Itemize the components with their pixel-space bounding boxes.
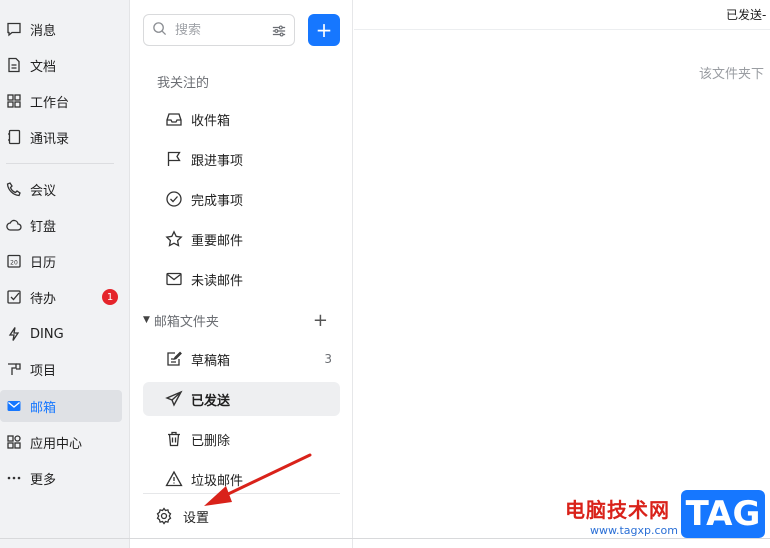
filter-icon[interactable] (272, 23, 286, 42)
watermark-tag-logo: TAG (681, 490, 765, 538)
folder-sent[interactable]: 已发送 (143, 382, 340, 416)
checkbox-icon (6, 289, 22, 305)
mail-app: 消息 文档 工作台 通讯录 会议 钉盘 20 日历 待办 1 DING 项目 邮… (0, 0, 770, 548)
doc-icon (6, 57, 22, 73)
nav-item-app-center[interactable]: 应用中心 (0, 426, 122, 458)
project-icon (6, 361, 22, 377)
mailbox-inbox[interactable]: 收件箱 (143, 102, 340, 136)
nav-item-docs[interactable]: 文档 (0, 49, 122, 81)
nav-item-label: 工作台 (30, 95, 70, 111)
folder-title: 已发送- (726, 8, 767, 22)
phone-icon (6, 181, 22, 197)
warning-icon (165, 470, 183, 488)
search-input[interactable] (175, 22, 267, 38)
nav-item-label: 邮箱 (30, 400, 57, 416)
nav-item-mail[interactable]: 邮箱 (0, 390, 122, 422)
cloud-icon (6, 217, 22, 233)
watermark-site-name: 电脑技术网 (565, 498, 670, 522)
mailbox-done[interactable]: 完成事项 (143, 182, 340, 216)
bolt-icon (6, 326, 22, 342)
nav-item-label: 文档 (30, 59, 57, 75)
nav-item-meeting[interactable]: 会议 (0, 173, 122, 205)
search-box[interactable] (143, 14, 295, 46)
add-folder-button[interactable]: + (313, 310, 328, 331)
nav-item-todo[interactable]: 待办 1 (0, 281, 122, 313)
folders-header[interactable]: ▼ 邮箱文件夹 + (143, 308, 340, 332)
nav-item-label: 消息 (30, 23, 57, 39)
mailbox-important[interactable]: 重要邮件 (143, 222, 340, 256)
nav-item-ding[interactable]: DING (0, 318, 122, 350)
folder-label: 已删除 (191, 433, 231, 449)
folder-drafts[interactable]: 草稿箱 3 (143, 342, 340, 376)
mailbox-panel: + 我关注的 收件箱 跟进事项 完成事项 重要邮件 未读邮件 ▼ 邮箱文件夹 + (131, 0, 353, 548)
window-bottom-border (0, 538, 770, 539)
nav-item-label: 待办 (30, 291, 57, 307)
nav-item-label: 更多 (30, 472, 57, 488)
mailbox-label: 完成事项 (191, 193, 244, 209)
nav-item-drive[interactable]: 钉盘 (0, 209, 122, 241)
calendar-icon: 20 (6, 253, 22, 269)
settings-label: 设置 (183, 510, 210, 526)
mail-list-header: 已发送- (354, 0, 770, 30)
folder-label: 草稿箱 (191, 353, 231, 369)
mailbox-unread[interactable]: 未读邮件 (143, 262, 340, 296)
followed-section-title: 我关注的 (157, 76, 210, 91)
nav-item-workbench[interactable]: 工作台 (0, 85, 122, 117)
nav-item-messages[interactable]: 消息 (0, 13, 122, 45)
mailbox-label: 未读邮件 (191, 273, 244, 289)
folder-deleted[interactable]: 已删除 (143, 422, 340, 456)
nav-item-label: 应用中心 (30, 436, 83, 452)
mailbox-label: 跟进事项 (191, 153, 244, 169)
mailbox-label: 收件箱 (191, 113, 231, 129)
chat-icon (6, 21, 22, 37)
contacts-icon (6, 129, 22, 145)
caret-down-icon: ▼ (143, 315, 150, 325)
flag-icon (165, 150, 183, 168)
trash-icon (165, 430, 183, 448)
envelope-icon (165, 270, 183, 288)
todo-badge: 1 (102, 289, 118, 305)
compose-add-button[interactable]: + (308, 14, 340, 46)
svg-text:20: 20 (10, 260, 18, 267)
nav-divider (6, 163, 114, 164)
folders-title: 邮箱文件夹 (153, 314, 219, 330)
more-icon (6, 470, 22, 486)
nav-item-label: 通讯录 (30, 131, 70, 147)
folder-label: 垃圾邮件 (191, 473, 244, 489)
nav-item-contacts[interactable]: 通讯录 (0, 121, 122, 153)
folder-label: 已发送 (191, 393, 231, 409)
settings-button[interactable]: 设置 (155, 502, 209, 530)
check-circle-icon (165, 190, 183, 208)
mail-list-pane: 已发送- 该文件夹下 (354, 0, 770, 548)
search-icon (152, 21, 167, 40)
gear-icon (155, 507, 173, 525)
apps-icon (6, 434, 22, 450)
nav-item-label: 钉盘 (30, 219, 57, 235)
mailbox-label: 重要邮件 (191, 233, 244, 249)
inbox-icon (165, 110, 183, 128)
folder-spam[interactable]: 垃圾邮件 (143, 462, 340, 496)
nav-item-label: 项目 (30, 363, 57, 379)
left-nav: 消息 文档 工作台 通讯录 会议 钉盘 20 日历 待办 1 DING 项目 邮… (0, 0, 130, 548)
nav-item-project[interactable]: 项目 (0, 353, 122, 385)
draft-icon (165, 350, 183, 368)
send-icon (165, 390, 183, 408)
draft-count: 3 (324, 352, 332, 366)
grid-icon (6, 93, 22, 109)
empty-state-text: 该文件夹下 (699, 67, 765, 82)
settings-divider (143, 493, 340, 494)
watermark-url: www.tagxp.com (590, 524, 678, 537)
mailbox-follow-up[interactable]: 跟进事项 (143, 142, 340, 176)
star-icon (165, 230, 183, 248)
nav-item-more[interactable]: 更多 (0, 462, 122, 494)
nav-item-label: DING (30, 326, 64, 342)
nav-item-label: 日历 (30, 255, 57, 271)
mail-icon (6, 398, 22, 414)
nav-item-label: 会议 (30, 183, 57, 199)
nav-item-calendar[interactable]: 20 日历 (0, 245, 122, 277)
